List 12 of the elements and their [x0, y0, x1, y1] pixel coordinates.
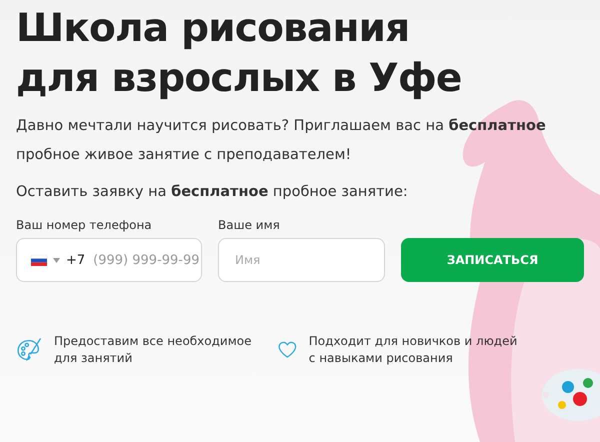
- feature-text: Подходит для новичков и людей с навыками рисования: [308, 333, 518, 367]
- russia-flag-icon: [31, 254, 47, 266]
- phone-field[interactable]: +7 (999) 999-99-99: [16, 238, 202, 282]
- feature-text: Предоставим все необходимое для занятий: [54, 333, 252, 367]
- field-label: Ваше имя: [218, 218, 281, 232]
- field-label: Ваш номер телефона: [16, 218, 153, 232]
- phone-prefix: +7: [66, 252, 86, 268]
- form-prompt: Оставить заявку на бесплатное пробное занятие:: [16, 184, 409, 200]
- intro-text: Давно мечтали научится рисовать? Приглашаем вас на бесплатное пробное живое занятие с преподавателем!: [16, 117, 547, 165]
- caret-icon: [53, 258, 60, 262]
- name-field[interactable]: Имя: [218, 238, 385, 282]
- page-title: Школа рисования для взрослых в Уфе: [16, 5, 462, 103]
